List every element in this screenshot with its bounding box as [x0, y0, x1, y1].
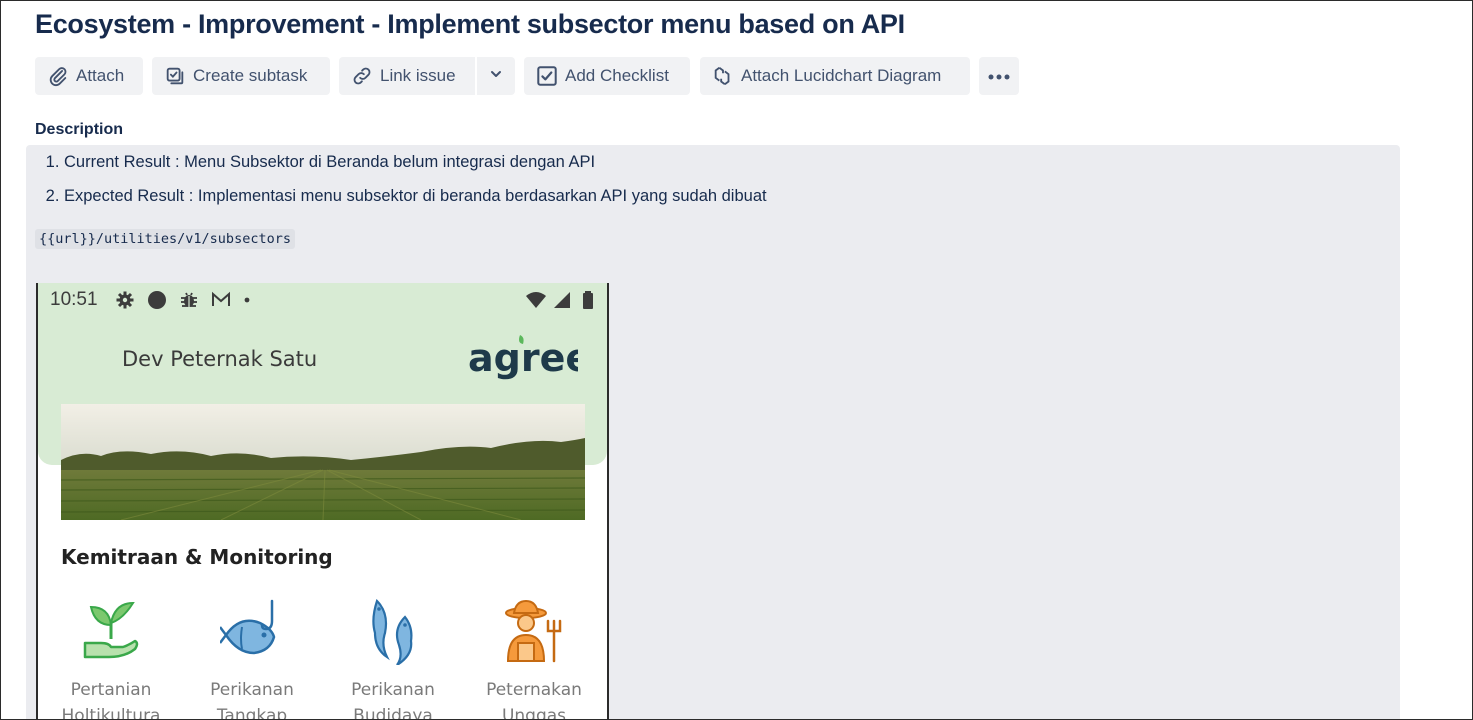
category-perikanan-tangkap[interactable]: Perikanan Tangkap: [187, 599, 317, 720]
chevron-down-icon: [488, 66, 504, 87]
category-label-line2: Unggas: [501, 706, 567, 720]
add-checklist-label: Add Checklist: [565, 66, 669, 85]
description-label: Description: [35, 121, 124, 138]
description-item-current-result: Current Result : Menu Subsektor di Beran…: [64, 153, 767, 171]
plant-hand-icon: [83, 601, 139, 659]
category-label-line2: Holtikultura: [61, 706, 161, 720]
link-issue-button[interactable]: Link issue: [339, 57, 475, 95]
link-issue-dropdown-button[interactable]: [477, 57, 515, 95]
attach-lucidchart-button[interactable]: Attach Lucidchart Diagram: [700, 57, 970, 95]
logo-text: agree: [468, 336, 578, 380]
category-label-line1: Perikanan: [210, 680, 294, 700]
wifi-icon: [525, 289, 547, 311]
status-bar: 10:51: [50, 287, 599, 313]
more-actions-button[interactable]: [979, 57, 1019, 95]
category-label-line2: Tangkap: [216, 706, 288, 720]
create-subtask-label: Create subtask: [193, 66, 308, 85]
category-perikanan-budidaya[interactable]: Perikanan Budidaya: [328, 599, 458, 720]
attach-label: Attach: [76, 66, 125, 85]
category-label-line1: Perikanan: [351, 680, 435, 700]
issue-title[interactable]: Ecosystem - Improvement - Implement subs…: [35, 9, 905, 40]
link-issue-label: Link issue: [380, 66, 456, 85]
category-label-line1: Pertanian: [70, 680, 152, 700]
gmail-icon: [210, 289, 232, 311]
app-screenshot: 10:51 Dev Peternak Satu agre Kemitraan &…: [36, 283, 609, 720]
status-right: [525, 287, 599, 313]
issue-view: Ecosystem - Improvement - Implement subs…: [0, 0, 1473, 720]
description-list: Current Result : Menu Subsektor di Beran…: [64, 153, 767, 221]
create-subtask-button[interactable]: Create subtask: [152, 57, 330, 95]
description-item-expected-result: Expected Result : Implementasi menu subs…: [64, 187, 767, 205]
cellular-signal-icon: [551, 289, 573, 311]
farmer-icon: [505, 599, 562, 663]
lucidchart-icon: [712, 65, 734, 87]
category-pertanian-holtikultura[interactable]: Pertanian Holtikultura: [46, 599, 176, 720]
category-label: Pertanian Holtikultura: [46, 677, 176, 720]
more-icon: [987, 66, 1011, 86]
section-title: Kemitraan & Monitoring: [61, 545, 333, 569]
api-endpoint-code: {{url}}/utilities/v1/subsectors: [35, 229, 295, 249]
paperclip-icon: [47, 65, 69, 87]
attach-lucidchart-label: Attach Lucidchart Diagram: [741, 66, 942, 85]
user-name: Dev Peternak Satu: [122, 347, 318, 371]
attach-button[interactable]: Attach: [35, 57, 143, 95]
record-icon: [146, 289, 168, 311]
category-label-line1: Peternakan: [486, 680, 582, 700]
status-time: 10:51: [50, 289, 98, 310]
notification-dot-icon: [242, 289, 252, 311]
description-field[interactable]: Current Result : Menu Subsektor di Beran…: [26, 145, 1400, 720]
category-label: Perikanan Budidaya: [328, 677, 458, 720]
fish-hook-icon: [220, 599, 276, 655]
link-icon: [351, 65, 373, 87]
farm-field-banner: [61, 404, 585, 520]
subtask-icon: [164, 65, 186, 87]
battery-icon: [577, 289, 599, 311]
checklist-icon: [536, 65, 558, 87]
category-label-line2: Budidaya: [353, 706, 433, 720]
bug-icon: [178, 289, 200, 311]
agree-logo: agree: [468, 335, 578, 380]
settings-icon: [114, 289, 136, 311]
add-checklist-button[interactable]: Add Checklist: [524, 57, 690, 95]
fish-pair-icon: [372, 599, 413, 665]
category-label: Peternakan Unggas: [469, 677, 599, 720]
category-label: Perikanan Tangkap: [187, 677, 317, 720]
category-peternakan-unggas[interactable]: Peternakan Unggas: [469, 599, 599, 720]
